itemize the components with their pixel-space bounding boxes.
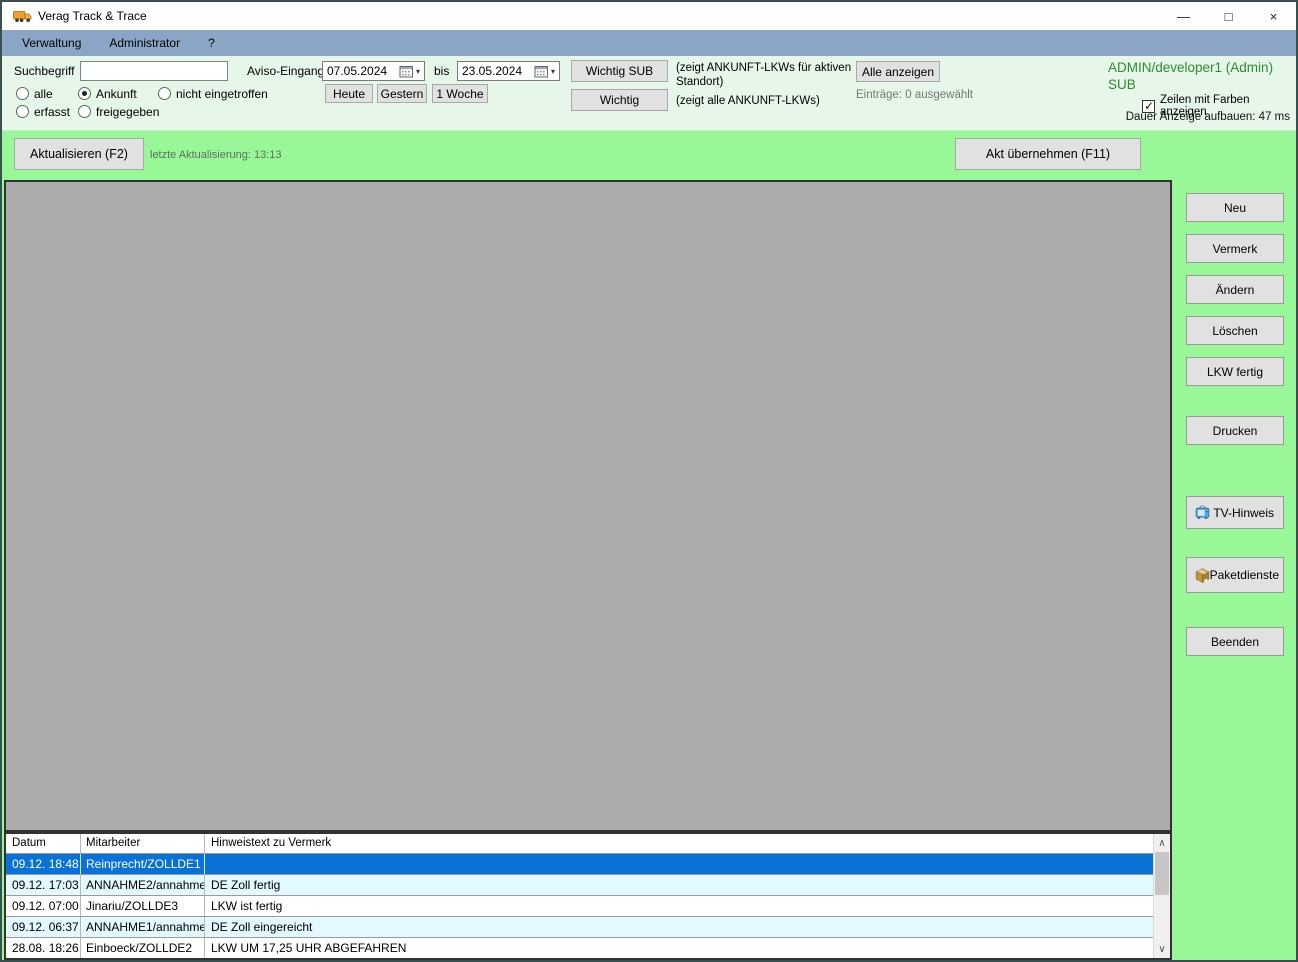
search-label: Suchbegriff [14,64,75,78]
col-header-hinweistext[interactable]: Hinweistext zu Vermerk [205,834,1153,853]
chevron-down-icon[interactable]: ▾ [551,67,559,76]
menu-verwaltung[interactable]: Verwaltung [8,30,95,56]
calendar-icon [534,65,548,77]
col-header-mitarbeiter[interactable]: Mitarbeiter [81,834,205,853]
date-to-value: 23.05.2024 [462,64,523,78]
vermerk-button[interactable]: Vermerk [1186,234,1284,263]
aktualisieren-button[interactable]: Aktualisieren (F2) [14,138,144,170]
paketdienste-button[interactable]: Paketdienste [1186,557,1284,593]
menu-bar: Verwaltung Administrator ? [2,30,1296,56]
wichtig-sub-button[interactable]: Wichtig SUB [571,60,668,82]
scroll-down-icon[interactable]: ∨ [1154,941,1170,957]
table-row[interactable]: 09.12. 17:03 ANNAHME2/annahme2 DE Zoll f… [6,874,1153,895]
package-icon [1195,568,1210,583]
radio-ankunft[interactable]: Ankunft [78,86,137,101]
bis-label: bis [434,64,450,78]
radio-freigegeben[interactable]: freigegeben [78,104,159,119]
date-from-value: 07.05.2024 [327,64,388,78]
lkw-fertig-button[interactable]: LKW fertig [1186,357,1284,386]
eintraege-status: Einträge: 0 ausgewählt [856,89,973,101]
calendar-icon [399,65,413,77]
col-header-datum[interactable]: Datum [6,834,81,853]
menu-administrator[interactable]: Administrator [95,30,194,56]
minimize-icon[interactable]: — [1161,2,1206,30]
truck-app-icon [13,11,32,22]
main-column: Datum Mitarbeiter Hinweistext zu Vermerk… [4,180,1172,960]
close-icon[interactable]: × [1251,2,1296,30]
result-list-area [4,180,1172,832]
dauer-status: Dauer Anzeige aufbauen: 47 ms [1125,111,1290,123]
radio-circle-icon [78,87,91,100]
akt-uebernehmen-button[interactable]: Akt übernehmen (F11) [955,138,1141,170]
app-window: Verag Track & Trace — □ × Verwaltung Adm… [0,0,1298,962]
table-row[interactable]: 09.12. 18:48 Reinprecht/ZOLLDE1 [6,853,1153,874]
gestern-button[interactable]: Gestern [377,84,427,103]
aendern-button[interactable]: Ändern [1186,275,1284,304]
window-controls: — □ × [1161,2,1296,30]
wichtig-button[interactable]: Wichtig [571,89,668,111]
table-row[interactable]: 09.12. 06:37 ANNAHME1/annahme1 DE Zoll e… [6,916,1153,937]
table-row[interactable]: 09.12. 07:00 Jinariu/ZOLLDE3 LKW ist fer… [6,895,1153,916]
date-to-picker[interactable]: 23.05.2024 ▾ [457,61,560,81]
table-scrollbar[interactable]: ∧ ∨ [1153,834,1170,958]
neu-button[interactable]: Neu [1186,193,1284,222]
drucken-button[interactable]: Drucken [1186,416,1284,445]
sidebar: Neu Vermerk Ändern Löschen LKW fertig Dr… [1172,178,1296,960]
table-row[interactable]: 28.08. 18:26 Einboeck/ZOLLDE2 LKW UM 17,… [6,937,1153,958]
radio-erfasst[interactable]: erfasst [16,104,70,119]
alle-anzeigen-button[interactable]: Alle anzeigen [856,61,940,82]
aviso-label: Aviso-Eingang [247,64,325,78]
action-bar: Aktualisieren (F2) letzte Aktualisierung… [2,130,1296,178]
user-line1: ADMIN/developer1 (Admin) [1108,60,1274,75]
wichtig-hint: (zeigt alle ANKUNFT-LKWs) [676,95,820,107]
body-area: Datum Mitarbeiter Hinweistext zu Vermerk… [2,178,1296,960]
filter-toolbar: Suchbegriff alle Ankunft nicht eingetrof… [2,56,1296,130]
title-bar: Verag Track & Trace — □ × [2,2,1296,30]
date-from-picker[interactable]: 07.05.2024 ▾ [322,61,425,81]
scroll-up-icon[interactable]: ∧ [1154,835,1170,851]
wichtig-sub-hint: (zeigt ANKUNFT-LKWs für aktiven Standort… [676,62,852,88]
menu-help[interactable]: ? [194,30,229,56]
heute-button[interactable]: Heute [325,84,373,103]
chevron-down-icon[interactable]: ▾ [416,67,424,76]
radio-nicht-eingetroffen[interactable]: nicht eingetroffen [158,86,268,101]
beenden-button[interactable]: Beenden [1186,627,1284,656]
tv-hinweis-button[interactable]: TV-Hinweis [1186,496,1284,529]
vermerk-table-content: Datum Mitarbeiter Hinweistext zu Vermerk… [6,834,1153,958]
radio-alle[interactable]: alle [16,86,53,101]
search-input[interactable] [80,61,228,81]
table-header-row: Datum Mitarbeiter Hinweistext zu Vermerk [6,834,1153,853]
woche-button[interactable]: 1 Woche [432,84,488,103]
radio-circle-icon [78,105,91,118]
window-title: Verag Track & Trace [38,9,147,23]
user-line2: SUB [1108,77,1136,92]
scrollbar-thumb[interactable] [1155,852,1169,895]
tv-icon [1195,504,1210,519]
user-info: ADMIN/developer1 (Admin) SUB [1108,59,1273,93]
last-update-status: letzte Aktualisierung: 13:13 [150,149,282,161]
vermerk-table: Datum Mitarbeiter Hinweistext zu Vermerk… [4,832,1172,960]
radio-circle-icon [16,105,29,118]
radio-circle-icon [158,87,171,100]
radio-circle-icon [16,87,29,100]
loeschen-button[interactable]: Löschen [1186,316,1284,345]
maximize-icon[interactable]: □ [1206,2,1251,30]
